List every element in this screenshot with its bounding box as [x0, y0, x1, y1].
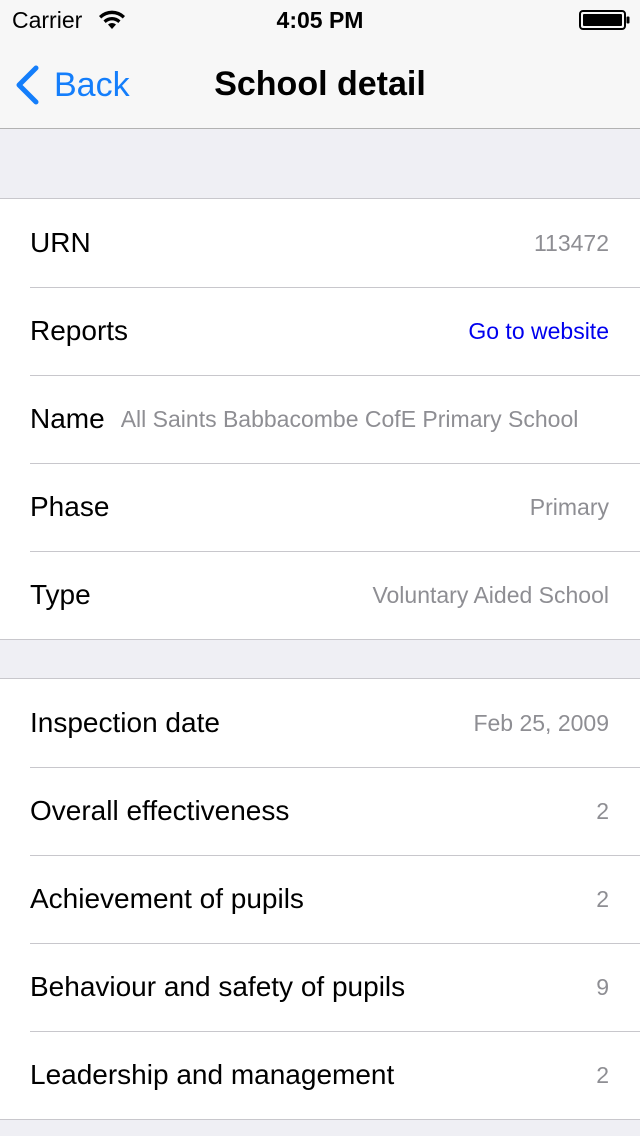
reports-label: Reports	[30, 315, 129, 346]
behaviour-label: Behaviour and safety of pupils	[30, 971, 406, 1002]
navigation-bar: Back School detail	[0, 40, 640, 128]
overall-effectiveness-row: Overall effectiveness 2	[0, 767, 640, 855]
urn-value: 113472	[533, 230, 609, 256]
leadership-row: Leadership and management 2	[0, 1031, 640, 1119]
screen: Carrier 4:05 PM Back School detail URN 1…	[0, 0, 640, 1136]
go-to-website-link[interactable]: Go to website	[144, 316, 609, 346]
phase-value: Primary	[529, 494, 609, 520]
inspection-section: Inspection date Feb 25, 2009 Overall eff…	[0, 678, 640, 1120]
name-value: All Saints Babbacombe CofE Primary Schoo…	[120, 406, 579, 432]
leadership-value: 2	[596, 1062, 609, 1088]
urn-label: URN	[30, 227, 91, 258]
type-value: Voluntary Aided School	[372, 582, 609, 608]
overall-effectiveness-label: Overall effectiveness	[30, 795, 290, 826]
battery-icon	[579, 10, 630, 30]
inspection-date-label: Inspection date	[30, 707, 220, 738]
urn-row: URN 113472	[0, 199, 640, 287]
page-title: School detail	[214, 65, 426, 103]
overall-effectiveness-value: 2	[596, 798, 609, 824]
phase-label: Phase	[30, 491, 110, 522]
top-bar: Carrier 4:05 PM Back School detail	[0, 0, 640, 129]
behaviour-value: 9	[596, 974, 609, 1000]
reports-row: Reports Go to website	[0, 287, 640, 375]
phase-row: Phase Primary	[0, 463, 640, 551]
achievement-label: Achievement of pupils	[30, 883, 304, 914]
achievement-value: 2	[596, 886, 609, 912]
inspection-date-value: Feb 25, 2009	[473, 710, 609, 736]
leadership-label: Leadership and management	[30, 1059, 395, 1090]
behaviour-row: Behaviour and safety of pupils 9	[0, 943, 640, 1031]
achievement-row: Achievement of pupils 2	[0, 855, 640, 943]
status-bar: Carrier 4:05 PM	[0, 0, 640, 40]
name-label: Name	[30, 403, 105, 434]
type-row: Type Voluntary Aided School	[0, 551, 640, 639]
name-row: Name All Saints Babbacombe CofE Primary …	[0, 375, 640, 463]
clock: 4:05 PM	[276, 7, 364, 33]
school-info-section: URN 113472 Reports Go to website Name Al…	[0, 198, 640, 640]
type-label: Type	[30, 579, 91, 610]
inspection-date-row: Inspection date Feb 25, 2009	[0, 679, 640, 767]
